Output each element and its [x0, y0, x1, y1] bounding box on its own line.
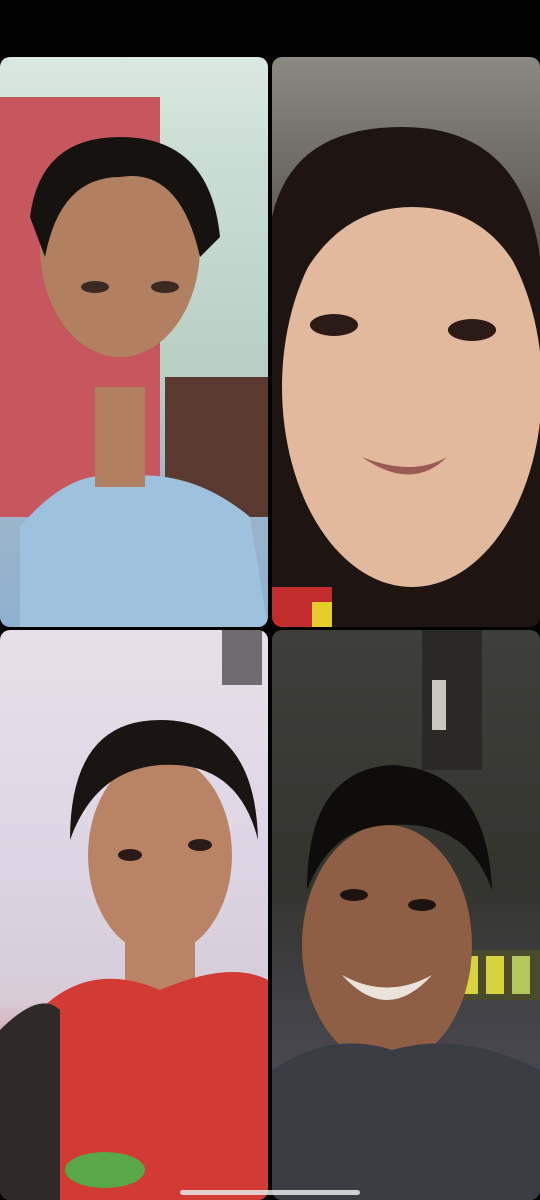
status-bar: [0, 0, 540, 56]
participant-video-tile-4[interactable]: [272, 630, 540, 1200]
participant-video-1: [0, 97, 268, 627]
participant-video-tile-3[interactable]: [0, 630, 268, 1200]
participant-video-3: [0, 630, 268, 1200]
home-indicator[interactable]: [180, 1190, 360, 1195]
participant-video-4: [272, 630, 540, 1200]
participant-video-tile-2[interactable]: [272, 57, 540, 627]
participant-video-tile-1[interactable]: [0, 57, 268, 627]
participant-video-2: [272, 127, 540, 627]
